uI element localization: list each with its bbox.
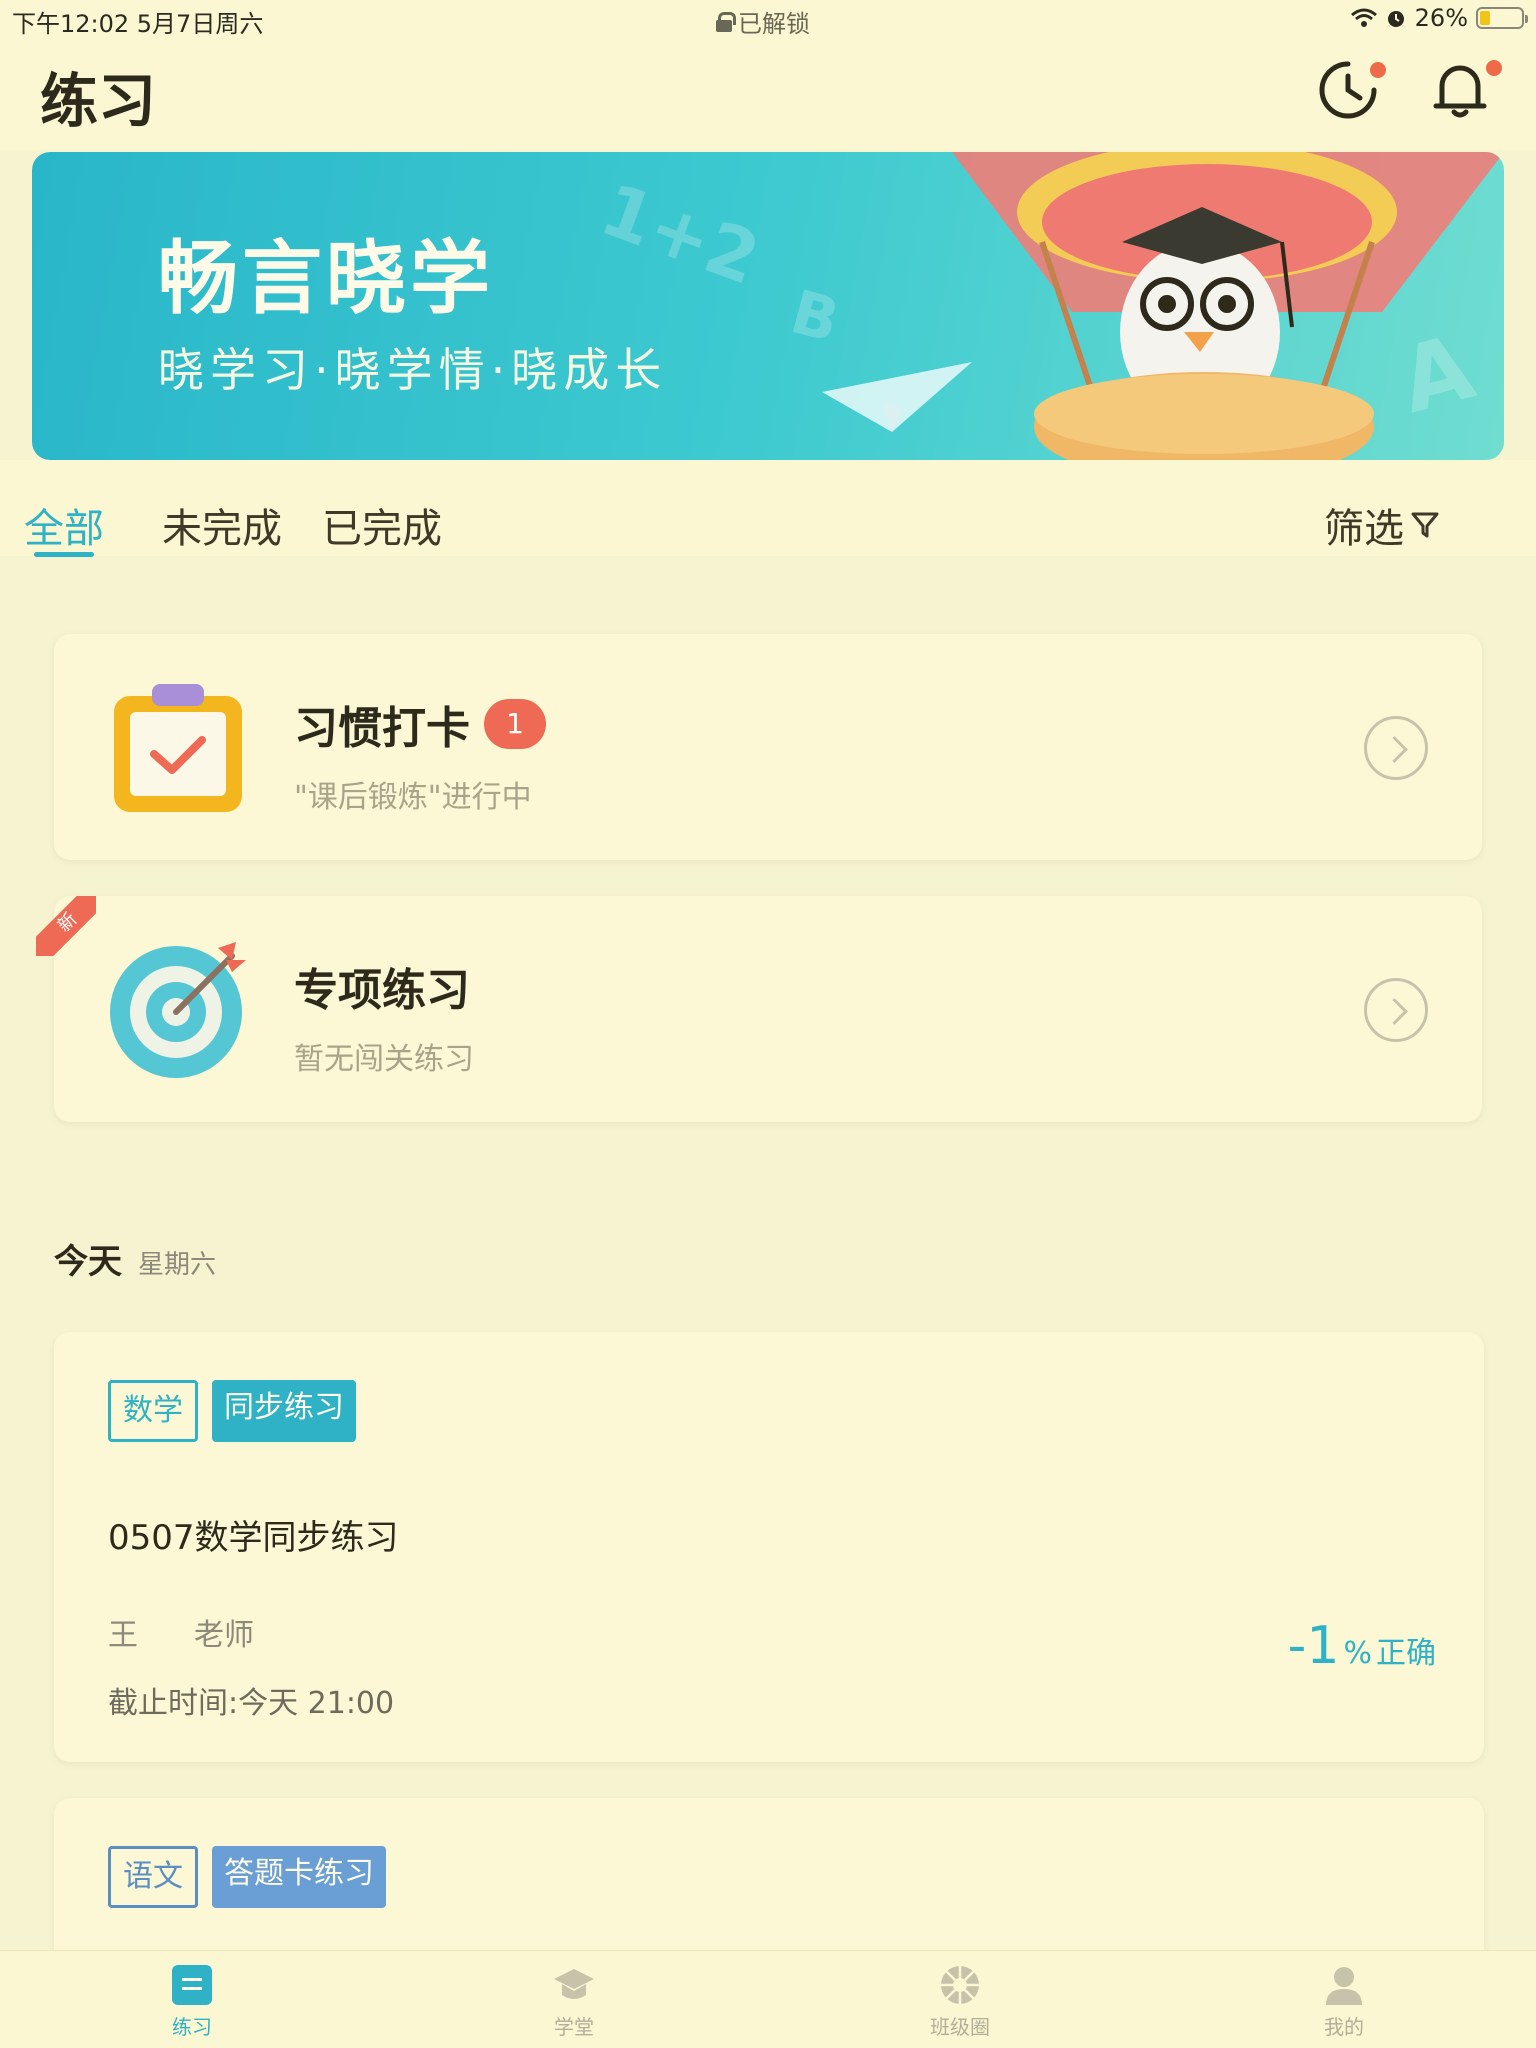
count-badge: 1	[484, 699, 546, 749]
type-tag: 同步练习	[212, 1380, 356, 1442]
practice-title: 0507数学同步练习	[108, 1518, 399, 1558]
battery-percent: 26%	[1414, 4, 1468, 32]
nav-practice[interactable]: 练习	[132, 1963, 252, 2040]
promo-banner[interactable]: 1+2 B A 畅言晓学 晓学习·晓学情·晓成长	[32, 152, 1504, 460]
battery-level	[1480, 11, 1491, 25]
nav-mine[interactable]: 我的	[1284, 1963, 1404, 2040]
funnel-icon	[1411, 512, 1439, 538]
status-bar: 下午12:02 5月7日周六 已解锁 26%	[0, 0, 1536, 40]
notification-dot	[1370, 62, 1386, 78]
tab-incomplete[interactable]: 未完成	[162, 496, 282, 554]
nav-label: 练习	[172, 2015, 212, 2039]
person-icon	[1326, 1967, 1362, 2005]
decor-letter-b-icon: B	[783, 277, 847, 357]
lock-icon	[716, 11, 736, 32]
subject-tag: 语文	[108, 1846, 198, 1908]
bell-icon	[1433, 65, 1487, 118]
decor-math-icon: 1+2	[590, 167, 771, 301]
chevron-right-icon[interactable]	[1364, 978, 1428, 1042]
score-value: -1	[1287, 1616, 1340, 1676]
entry-title: 专项练习	[294, 954, 470, 1018]
teacher-surname: 王	[108, 1618, 138, 1653]
wifi-icon	[1350, 8, 1377, 27]
new-ribbon-label: 新	[36, 896, 96, 956]
subject-tag: 数学	[108, 1380, 198, 1442]
special-practice-card[interactable]: 专项练习 暂无闯关练习	[54, 896, 1482, 1122]
history-button[interactable]	[1312, 54, 1386, 126]
filter-tabs: 全部 未完成 已完成 筛选	[0, 460, 1536, 557]
new-ribbon: 新	[36, 896, 96, 956]
active-tab-indicator	[34, 552, 94, 557]
type-tag: 答题卡练习	[212, 1846, 386, 1908]
nav-label: 班级圈	[930, 2015, 990, 2039]
aperture-icon	[941, 1966, 979, 2004]
paper-plane-icon	[822, 362, 972, 432]
bottom-nav: 练习 学堂 班级圈 我的	[0, 1950, 1536, 2048]
deadline: 截止时间:今天 21:00	[108, 1686, 395, 1721]
section-weekday: 星期六	[138, 1250, 217, 1280]
entry-title: 习惯打卡 1	[294, 692, 546, 756]
graduation-cap-icon	[554, 1969, 594, 1999]
practice-card[interactable]: 数学 同步练习 0507数学同步练习 王 老师 截止时间:今天 21:00 -1 …	[54, 1332, 1484, 1762]
entry-subtitle: "课后锻炼"进行中	[294, 780, 532, 815]
nav-classroom[interactable]: 学堂	[514, 1963, 634, 2040]
teacher-role: 老师	[194, 1618, 254, 1653]
banner-title: 畅言晓学	[158, 232, 494, 325]
page-title: 练习	[40, 67, 157, 135]
mascot-balloon-icon	[952, 152, 1504, 460]
filter-button[interactable]: 筛选	[1324, 496, 1440, 554]
entry-title-text: 专项练习	[294, 965, 470, 1016]
lock-label: 已解锁	[738, 10, 810, 38]
banner-subtitle: 晓学习·晓学情·晓成长	[158, 343, 668, 397]
score-label: 正确	[1376, 1636, 1436, 1671]
tab-all[interactable]: 全部	[24, 496, 104, 554]
list-icon	[172, 1965, 212, 2005]
filter-label: 筛选	[1324, 506, 1404, 552]
entry-title-text: 习惯打卡	[294, 703, 470, 754]
entry-subtitle: 暂无闯关练习	[294, 1042, 474, 1077]
notification-button[interactable]	[1424, 54, 1502, 126]
status-indicators: 26%	[1350, 4, 1528, 32]
alarm-icon	[1387, 11, 1404, 27]
notification-dot	[1486, 60, 1502, 76]
status-time: 下午12:02 5月7日周六	[12, 10, 264, 38]
score-unit: %	[1343, 1636, 1372, 1671]
section-title: 今天	[54, 1242, 122, 1282]
teacher-name: 王 老师	[108, 1610, 254, 1654]
score: -1 % 正确	[1288, 1616, 1436, 1676]
battery-icon	[1476, 7, 1528, 29]
nav-class-circle[interactable]: 班级圈	[900, 1963, 1020, 2040]
tab-completed[interactable]: 已完成	[322, 496, 442, 554]
clipboard-check-icon	[114, 684, 242, 812]
habit-checkin-card[interactable]: 习惯打卡 1 "课后锻炼"进行中	[54, 634, 1482, 860]
lock-status: 已解锁	[716, 4, 810, 39]
header: 练习	[0, 40, 1536, 150]
chevron-right-icon[interactable]	[1364, 716, 1428, 780]
target-icon	[110, 942, 246, 1078]
nav-label: 我的	[1324, 2015, 1364, 2039]
nav-label: 学堂	[554, 2015, 594, 2039]
